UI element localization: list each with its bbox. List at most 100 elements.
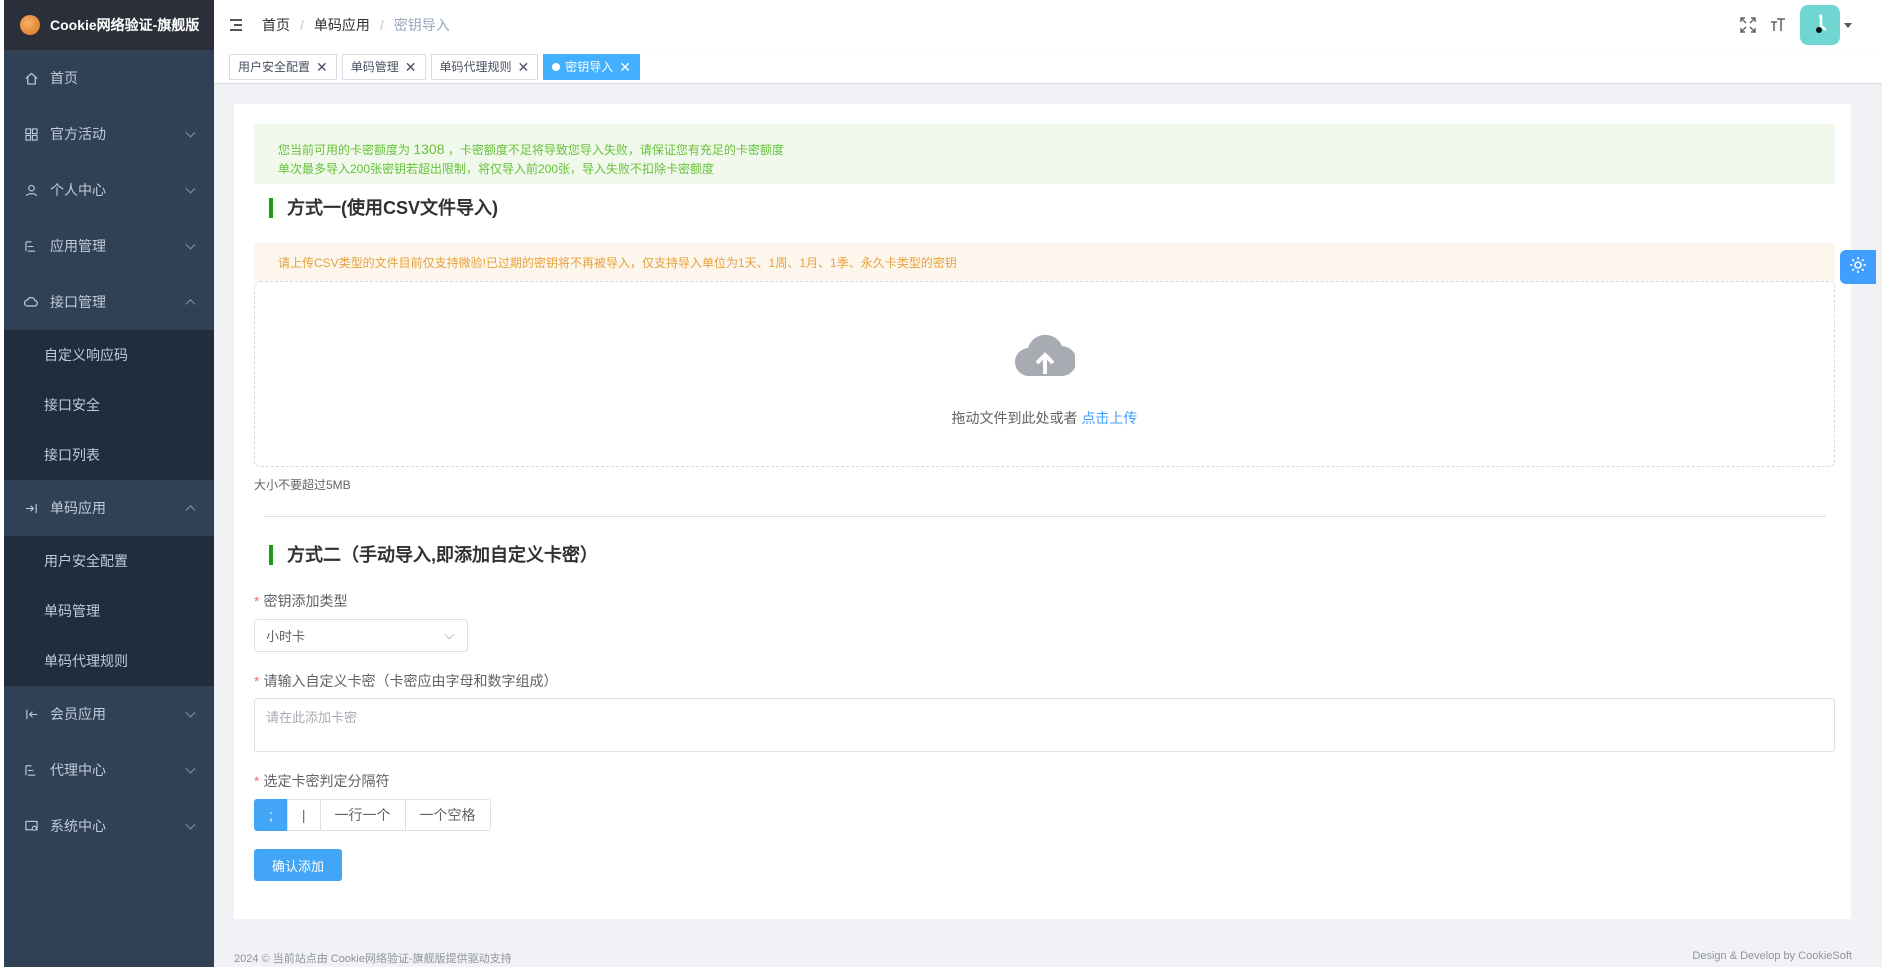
tab-label: 密钥导入 (565, 59, 614, 74)
app-title: Cookie网络验证-旗舰版 (50, 17, 200, 33)
submenu-api: 自定义响应码 接口安全 接口列表 (4, 330, 214, 480)
close-icon[interactable]: ✕ (518, 55, 530, 79)
sidebar-subitem-single-code-proxy-rules[interactable]: 单码代理规则 (4, 636, 214, 686)
sidebar-item-profile[interactable]: 个人中心 (4, 162, 214, 218)
sidebar-item-label: 单码应用 (50, 500, 106, 516)
separator-radio-group: ; | 一行一个 一个空格 (254, 799, 491, 831)
tab-user-security[interactable]: 用户安全配置 ✕ (229, 53, 337, 80)
list-icon (24, 763, 38, 777)
sidebar-subitem-single-code-management[interactable]: 单码管理 (4, 586, 214, 636)
quota-value: 1308 (413, 141, 445, 157)
separator-label: * 选定卡密判定分隔符 (254, 771, 389, 791)
chevron-up-icon (185, 505, 196, 516)
tab-key-import[interactable]: 密钥导入 ✕ (543, 53, 640, 80)
required-mark: * (254, 593, 260, 609)
separator-newline[interactable]: 一行一个 (319, 799, 406, 831)
submenu-single-code: 用户安全配置 单码管理 单码代理规则 (4, 536, 214, 686)
login-icon (24, 501, 38, 515)
logout-icon (24, 707, 38, 721)
sidebar-item-proxy-center[interactable]: 代理中心 (4, 742, 214, 798)
sidebar-item-member-app[interactable]: 会员应用 (4, 686, 214, 742)
required-mark: * (254, 673, 260, 689)
csv-warning: 请上传CSV类型的文件目前仅支持微验!已过期的密钥将不再被导入，仅支持导入单位为… (254, 243, 1835, 281)
upload-link[interactable]: 点击上传 (1081, 410, 1137, 426)
notice-text: ，卡密额度不足将导致您导入失败，请保证您有充足的卡密额度 (444, 143, 784, 157)
footer-copyright: 2024 © 当前站点由 Cookie网络验证-旗舰版提供驱动支持 (234, 953, 512, 965)
breadcrumb-separator: / (379, 17, 384, 33)
gear-icon (1849, 256, 1867, 279)
label-text: 选定卡密判定分隔符 (263, 773, 390, 789)
upload-dropzone[interactable]: 拖动文件到此处或者 点击上传 (254, 281, 1835, 467)
navbar-tools (1728, 0, 1852, 50)
content-card (234, 104, 1851, 919)
caret-down-icon[interactable] (1844, 22, 1852, 28)
sidebar-item-label: 接口管理 (50, 294, 106, 310)
sidebar: Cookie网络验证-旗舰版 首页 官方活动 个人中心 应用管理 接口管理 自定… (4, 0, 214, 967)
label-text: 请输入自定义卡密（卡密应由字母和数字组成） (263, 673, 558, 689)
chevron-down-icon (185, 763, 196, 774)
user-icon (24, 183, 38, 197)
list-icon (24, 239, 38, 253)
separator-pipe[interactable]: | (286, 799, 321, 831)
label-text: 密钥添加类型 (263, 593, 348, 609)
close-icon[interactable]: ✕ (405, 55, 417, 79)
breadcrumb-item-home[interactable]: 首页 (262, 15, 290, 35)
key-type-select[interactable]: 小时卡 (254, 619, 468, 652)
sidebar-item-home[interactable]: 首页 (4, 50, 214, 106)
sidebar-item-label: 代理中心 (50, 762, 106, 778)
sidebar-item-activities[interactable]: 官方活动 (4, 106, 214, 162)
active-dot-icon (552, 62, 561, 71)
separator-semicolon[interactable]: ; (254, 799, 288, 831)
monitor-icon (24, 819, 38, 833)
quota-notice-line2: 单次最多导入200张密钥若超出限制，将仅导入前200张，导入失败不扣除卡密额度 (278, 162, 715, 176)
font-size-icon[interactable] (1768, 15, 1788, 35)
fullscreen-icon[interactable] (1738, 15, 1758, 35)
sidebar-item-single-code-app[interactable]: 单码应用 (4, 480, 214, 536)
sidebar-item-system-center[interactable]: 系统中心 (4, 798, 214, 854)
separator-space[interactable]: 一个空格 (404, 799, 491, 831)
tab-label: 单码管理 (350, 59, 399, 74)
tab-label: 用户安全配置 (238, 59, 311, 74)
method2-title: 方式二（手动导入,即添加自定义卡密） (269, 545, 598, 565)
upload-text: 拖动文件到此处或者 (951, 410, 1082, 426)
sidebar-subitem-api-list[interactable]: 接口列表 (4, 430, 214, 480)
breadcrumb: 首页 / 单码应用 / 密钥导入 (262, 15, 450, 35)
chevron-down-icon (444, 629, 455, 640)
upload-size-tip: 大小不要超过5MB (254, 478, 351, 492)
tab-single-code-proxy-rules[interactable]: 单码代理规则 ✕ (430, 53, 539, 80)
sidebar-subitem-user-security[interactable]: 用户安全配置 (4, 536, 214, 586)
chevron-down-icon (185, 127, 196, 138)
section-divider (264, 516, 1826, 517)
cookie-logo-icon (20, 15, 40, 35)
tab-single-code-management[interactable]: 单码管理 ✕ (341, 53, 426, 80)
breadcrumb-item-single-code-app[interactable]: 单码应用 (314, 15, 370, 35)
sidebar-item-label: 系统中心 (50, 818, 106, 834)
settings-button[interactable] (1840, 250, 1876, 284)
chevron-down-icon (185, 819, 196, 830)
quota-notice: 您当前可用的卡密额度为 1308 ，卡密额度不足将导致您导入失败，请保证您有充足… (254, 124, 1835, 184)
chevron-down-icon (185, 183, 196, 194)
custom-key-label: * 请输入自定义卡密（卡密应由字母和数字组成） (254, 671, 557, 691)
close-icon[interactable]: ✕ (316, 55, 328, 79)
avatar[interactable] (1800, 5, 1840, 45)
close-icon[interactable]: ✕ (619, 55, 631, 79)
app-logo[interactable]: Cookie网络验证-旗舰版 (4, 0, 214, 50)
sidebar-item-api-management[interactable]: 接口管理 (4, 274, 214, 330)
confirm-add-button[interactable]: 确认添加 (254, 849, 342, 881)
hamburger-icon[interactable] (230, 19, 246, 31)
method1-title: 方式一(使用CSV文件导入) (269, 198, 498, 218)
sidebar-item-app-management[interactable]: 应用管理 (4, 218, 214, 274)
apps-icon (24, 127, 38, 141)
top-navbar: 首页 / 单码应用 / 密钥导入 (214, 0, 1882, 50)
cloud-upload-icon (1014, 332, 1077, 383)
chevron-down-icon (185, 707, 196, 718)
custom-key-textarea[interactable] (254, 698, 1835, 752)
cloud-icon (24, 295, 38, 309)
quota-notice-line1: 您当前可用的卡密额度为 1308 ，卡密额度不足将导致您导入失败，请保证您有充足… (278, 140, 1811, 160)
breadcrumb-item-current: 密钥导入 (393, 17, 450, 33)
sidebar-subitem-api-security[interactable]: 接口安全 (4, 380, 214, 430)
sidebar-subitem-custom-response[interactable]: 自定义响应码 (4, 330, 214, 380)
sidebar-item-label: 官方活动 (50, 126, 106, 142)
tab-label: 单码代理规则 (439, 59, 512, 74)
sidebar-item-label: 首页 (50, 70, 78, 86)
